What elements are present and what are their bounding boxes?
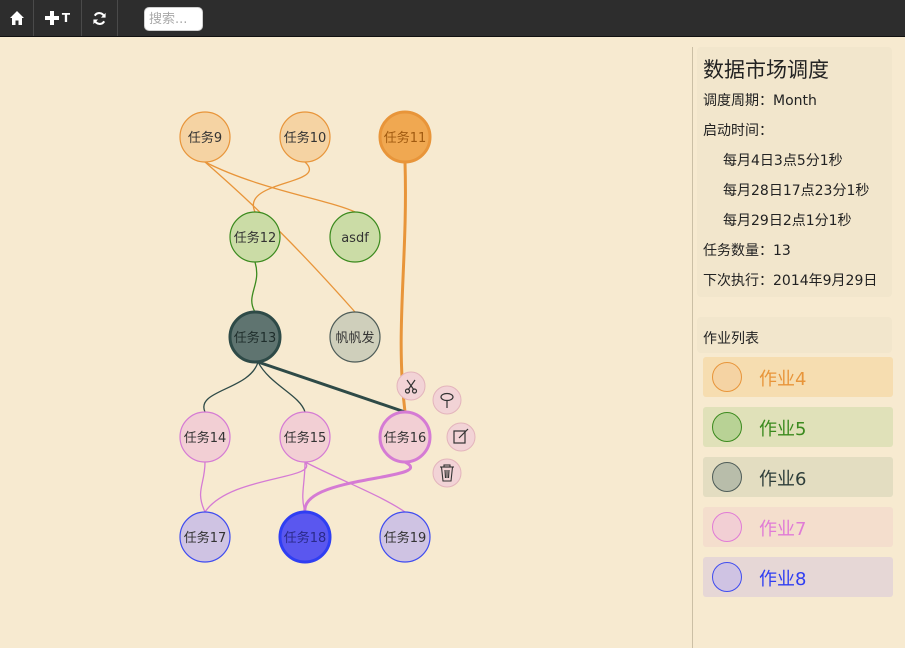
pin-tool[interactable] [432,385,462,415]
job-label: 作业5 [759,419,807,440]
node-task17-label: 任务17 [184,530,227,546]
job-label: 作业7 [759,519,807,540]
job-color-dot [712,462,742,492]
edge-t10-t12 [252,161,310,213]
job-label: 作业4 [759,369,807,390]
refresh-button[interactable] [82,0,118,36]
node-task12-label: 任务12 [234,230,277,246]
job-item-4[interactable]: 作业4 [703,357,893,397]
add-task-button[interactable]: T [34,0,82,36]
start-time-2: 每月28日17点23分1秒 [723,183,870,199]
home-icon [9,11,24,25]
node-task16[interactable]: 任务16 [378,410,432,464]
node-task9[interactable]: 任务9 [179,111,231,163]
node-asdf[interactable]: asdf [329,211,381,263]
node-task13[interactable]: 任务13 [228,310,282,364]
job-list-title: 作业列表 [703,331,759,347]
node-task10-label: 任务10 [284,130,327,146]
edge-t9-asdf [204,161,356,213]
next-run: 下次执行：2014年9月29日 [703,273,878,289]
node-task14-label: 任务14 [184,430,227,446]
task-count: 任务数量：13 [703,243,791,259]
start-time-1: 每月4日3点5分1秒 [723,153,843,169]
start-time-3: 每月29日2点1分1秒 [723,213,852,229]
dependency-graph-canvas: 任务9 任务10 任务11 任务12 asdf 任务13 帆帆发 任务14 任务… [0,37,692,648]
node-task10[interactable]: 任务10 [279,111,331,163]
job-list-header: 作业列表 [697,317,892,353]
dependency-graph: 任务9 任务10 任务11 任务12 asdf 任务13 帆帆发 任务14 任务… [179,110,476,564]
job-label: 作业8 [759,569,807,590]
node-task18[interactable]: 任务18 [278,510,332,564]
refresh-icon [93,11,106,25]
job-item-6[interactable]: 作业6 [703,457,893,497]
node-task11-label: 任务11 [384,130,427,146]
job-item-7[interactable]: 作业7 [703,507,893,547]
edge-t13-t16 [257,360,406,414]
add-task-label: T [61,11,71,25]
node-task19-label: 任务19 [384,530,427,546]
node-task15[interactable]: 任务15 [279,411,331,463]
edge-t12-t13 [251,261,258,313]
node-task19[interactable]: 任务19 [379,511,431,563]
job-color-dot [712,512,742,542]
node-task13-label: 任务13 [234,330,277,346]
start-time-label: 启动时间： [703,123,773,139]
edge-t15-t17 [204,461,308,513]
node-asdf-label: asdf [341,231,369,246]
node-task16-label: 任务16 [384,430,427,446]
job-color-dot [712,362,742,392]
panel-title: 数据市场调度 [703,58,829,82]
job-label: 作业6 [759,469,807,490]
job-item-5[interactable]: 作业5 [703,407,893,447]
node-fanfan[interactable]: 帆帆发 [329,311,381,363]
schedule-period: 调度周期：Month [703,93,817,109]
panel-divider [692,47,693,648]
node-fanfan-label: 帆帆发 [335,330,374,346]
search-input[interactable] [144,7,203,31]
edit-tool[interactable] [446,422,476,452]
node-task11[interactable]: 任务11 [378,110,432,164]
plus-icon [44,11,59,25]
node-task18-label: 任务18 [284,530,327,546]
node-task15-label: 任务15 [284,430,327,446]
node-task17[interactable]: 任务17 [179,511,231,563]
toolbar: T [0,0,905,37]
schedule-info-panel: 数据市场调度 调度周期：Month 启动时间： 每月4日3点5分1秒 每月28日… [697,47,892,297]
edge-t15-t19 [304,461,406,513]
node-task9-label: 任务9 [188,130,222,146]
trash-tool[interactable] [432,458,462,488]
home-button[interactable] [0,0,34,36]
node-task14[interactable]: 任务14 [179,411,231,463]
edge-t13-t14 [203,361,259,413]
node-task12[interactable]: 任务12 [229,211,281,263]
scissors-tool[interactable] [396,371,426,401]
job-item-8[interactable]: 作业8 [703,557,893,597]
job-color-dot [712,412,742,442]
job-color-dot [712,562,742,592]
edge-t14-t17 [199,461,206,513]
